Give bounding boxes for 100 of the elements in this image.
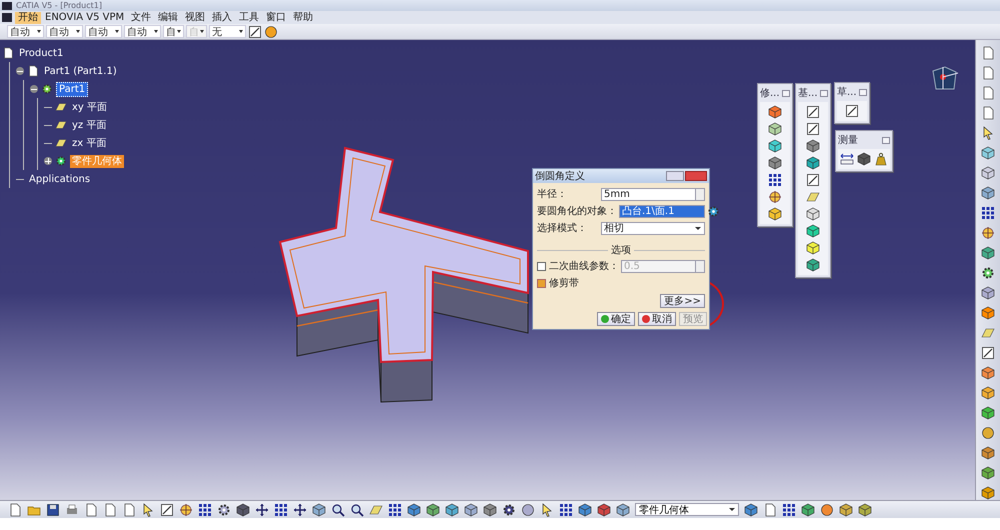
menu-item[interactable]: 工具 [236,12,262,24]
document-icon[interactable] [981,106,995,120]
menu-item[interactable]: 帮助 [290,12,316,24]
sketch-icon[interactable] [248,24,262,38]
cube-icon[interactable] [981,186,995,200]
cube-icon[interactable] [801,502,815,516]
collapse-toggle[interactable] [16,67,24,75]
gear-icon[interactable] [707,204,720,218]
restore-icon[interactable] [820,90,828,96]
sphere-icon[interactable] [264,24,278,38]
plane-icon[interactable] [981,326,995,340]
cube-icon[interactable] [981,166,995,180]
cube-icon[interactable] [981,446,995,460]
grid-icon[interactable] [768,173,782,187]
magnifier-icon[interactable] [331,502,345,516]
ok-button[interactable]: 确定 [597,312,635,326]
menu-item[interactable]: 文件 [128,12,154,24]
cube-icon[interactable] [981,486,995,500]
cube-icon[interactable] [981,386,995,400]
grid-icon[interactable] [782,502,796,516]
cube-icon[interactable] [768,105,782,119]
cube-icon[interactable] [768,156,782,170]
menu-item[interactable]: ENOVIA V5 VPM [42,12,128,24]
cube-icon[interactable] [981,366,995,380]
style-dropdown[interactable]: 自动 [85,25,122,38]
cube-icon[interactable] [768,207,782,221]
restore-icon[interactable] [858,88,867,96]
sketch-icon[interactable] [981,346,995,360]
grid-icon[interactable] [559,502,573,516]
cube-icon[interactable] [981,406,995,420]
sphere-icon[interactable] [981,426,995,440]
cube-icon[interactable] [806,156,820,170]
cube-icon[interactable] [483,502,497,516]
cube-icon[interactable] [839,502,853,516]
restore-icon[interactable] [782,90,790,96]
checkbox[interactable] [537,278,546,288]
tree-node-label[interactable]: zx 平面 [70,136,108,150]
gear-icon[interactable] [981,266,995,280]
cube-icon[interactable] [616,502,630,516]
document-icon[interactable] [981,66,995,80]
cube-icon[interactable] [464,502,478,516]
printer-icon[interactable] [65,502,79,516]
tree-node-label[interactable]: yz 平面 [70,118,108,132]
cube-icon[interactable] [858,502,872,516]
cube-icon[interactable] [857,152,871,166]
plane-icon[interactable] [806,190,820,204]
menu-item[interactable]: 插入 [209,12,236,24]
cube-icon[interactable] [578,502,592,516]
grid-icon[interactable] [981,206,995,220]
cube-icon[interactable] [597,502,611,516]
cube-icon[interactable] [806,241,820,255]
menu-item[interactable]: 开始 [15,12,41,24]
menu-item[interactable]: 编辑 [155,12,182,24]
sketch-icon[interactable] [844,104,859,118]
cube-icon[interactable] [768,122,782,136]
document-icon[interactable] [981,46,995,60]
document-icon[interactable] [8,502,22,516]
tree-node-label[interactable]: Part1 [56,82,88,96]
expand-toggle[interactable] [44,157,52,165]
style-dropdown[interactable]: 无 [209,25,246,38]
cube-icon[interactable] [426,502,440,516]
magnifier-icon[interactable] [350,502,364,516]
cube-icon[interactable] [236,502,250,516]
sketch-icon[interactable] [806,122,820,136]
cube-icon[interactable] [806,258,820,272]
document-icon[interactable] [103,502,117,516]
cube-icon[interactable] [806,224,820,238]
cube-icon[interactable] [445,502,459,516]
tree-node-label[interactable]: Applications [27,172,92,186]
cursor-icon[interactable] [141,502,155,516]
cube-icon[interactable] [744,502,758,516]
document-icon[interactable] [763,502,777,516]
style-dropdown[interactable]: 自 [163,25,184,38]
target-icon[interactable] [179,502,193,516]
sketch-icon[interactable] [806,105,820,119]
gear-icon[interactable] [502,502,516,516]
tree-node-label[interactable]: xy 平面 [70,100,110,114]
collapse-toggle[interactable] [30,85,38,93]
grid-icon[interactable] [274,502,288,516]
cancel-button[interactable]: 取消 [638,312,676,326]
cube-icon[interactable] [768,139,782,153]
gear-icon[interactable] [217,502,231,516]
menu-item[interactable]: 视图 [182,12,208,24]
weight-icon[interactable] [874,152,888,166]
grid-icon[interactable] [388,502,402,516]
ruler-icon[interactable] [840,152,854,166]
document-icon[interactable] [981,86,995,100]
cube-icon[interactable] [981,306,995,320]
document-icon[interactable] [122,502,136,516]
grid-icon[interactable] [198,502,212,516]
plane-icon[interactable] [369,502,383,516]
tree-node-label[interactable]: Part1 (Part1.1) [42,64,119,78]
move-icon[interactable] [255,502,269,516]
cube-icon[interactable] [981,146,995,160]
style-dropdown[interactable]: 自动 [46,25,83,38]
style-dropdown[interactable]: 自动 [124,25,161,38]
menu-item[interactable]: 窗口 [263,12,290,24]
tree-node-label[interactable]: Product1 [17,46,66,60]
cursor-icon[interactable] [981,126,995,140]
target-icon[interactable] [768,190,782,204]
